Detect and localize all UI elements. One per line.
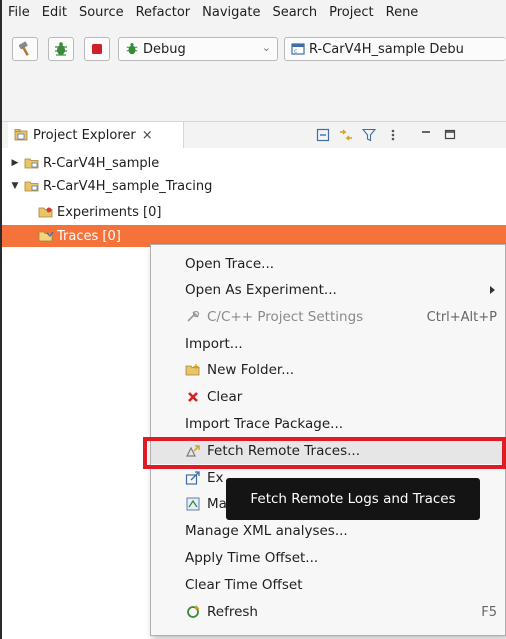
tree-item-label: Experiments [0] (57, 204, 162, 220)
context-menu: Open Trace... Open As Experiment... C/C+… (150, 244, 506, 636)
menu-bar: File Edit Source Refactor Navigate Searc… (2, 0, 506, 26)
menu-item-fetch-remote-traces[interactable]: Fetch Remote Traces... (151, 438, 506, 464)
maximize-icon[interactable] (444, 128, 456, 142)
chevron-down-icon[interactable]: ▼ (10, 181, 20, 191)
chevron-right-icon[interactable]: ▶ (10, 158, 20, 168)
tree-item-experiments[interactable]: Experiments [0] (2, 201, 506, 223)
bug-icon (55, 42, 67, 56)
close-icon[interactable]: × (142, 128, 153, 143)
menu-edit[interactable]: Edit (36, 0, 73, 26)
tree-item-label: R-CarV4H_sample_Tracing (43, 178, 213, 194)
menu-item-clear[interactable]: Clear (151, 384, 506, 410)
menu-item-cpp-project-settings: C/C++ Project Settings Ctrl+Alt+P (151, 304, 506, 330)
filter-icon[interactable] (362, 128, 376, 142)
collapse-all-icon[interactable] (316, 128, 330, 142)
tooltip-text: Fetch Remote Logs and Traces (250, 491, 456, 507)
menu-project[interactable]: Project (323, 0, 379, 26)
menu-item-refresh[interactable]: Refresh F5 (151, 599, 506, 625)
tree-item-label: R-CarV4H_sample (43, 155, 160, 171)
menu-item-apply-time-offset[interactable]: Apply Time Offset... (151, 545, 506, 571)
menu-item-open-trace[interactable]: Open Trace... (151, 251, 506, 277)
settings-icon (187, 310, 200, 322)
tree-item-project[interactable]: ▶ R-CarV4H_sample (2, 152, 506, 174)
traces-folder-icon (38, 231, 54, 242)
main-toolbar: Debug ⌄ c R-CarV4H_sample Debu (2, 26, 506, 122)
project-explorer-header: Project Explorer × (2, 122, 506, 148)
debug-button[interactable] (48, 37, 74, 61)
launch-mode-value: Debug (143, 41, 186, 57)
build-button[interactable] (12, 37, 38, 61)
fetch-remote-icon (186, 445, 200, 457)
tree-item-project[interactable]: ▼ R-CarV4H_sample_Tracing (2, 175, 506, 197)
tooltip: Fetch Remote Logs and Traces (226, 478, 480, 520)
tree-item-label: Traces [0] (57, 228, 121, 244)
launch-mode-select[interactable]: Debug ⌄ (118, 37, 278, 61)
export-icon (185, 471, 200, 485)
menu-item-import[interactable]: Import... (151, 331, 506, 357)
project-folder-icon (24, 158, 39, 169)
experiments-folder-icon (38, 207, 53, 218)
svg-text:c: c (294, 48, 297, 55)
menu-source[interactable]: Source (73, 0, 130, 26)
stop-icon (92, 44, 102, 54)
project-explorer-icon (14, 129, 28, 141)
menu-item-manage-xml-analyses[interactable]: Manage XML analyses... (151, 518, 506, 544)
link-editor-icon[interactable] (338, 128, 354, 142)
submenu-arrow-icon (490, 286, 495, 294)
menu-item-new-folder[interactable]: New Folder... (151, 357, 506, 383)
launch-config-select[interactable]: c R-CarV4H_sample Debu (284, 37, 506, 61)
view-menu-icon[interactable] (390, 128, 396, 142)
stop-button[interactable] (84, 37, 110, 61)
chevron-down-icon: ⌄ (261, 41, 271, 54)
menu-item-clear-time-offset[interactable]: Clear Time Offset (151, 572, 506, 598)
menu-search[interactable]: Search (266, 0, 323, 26)
launch-config-value: R-CarV4H_sample Debu (309, 41, 464, 57)
tab-project-explorer[interactable]: Project Explorer × (8, 122, 184, 148)
hammer-icon (18, 41, 29, 56)
bug-icon (126, 43, 138, 55)
clear-icon (188, 392, 198, 402)
menu-file[interactable]: File (2, 0, 36, 26)
launch-config-icon: c (291, 43, 305, 55)
manage-icon (186, 497, 200, 511)
menu-item-import-trace-package[interactable]: Import Trace Package... (151, 411, 506, 437)
menu-navigate[interactable]: Navigate (196, 0, 266, 26)
menu-refactor[interactable]: Refactor (130, 0, 197, 26)
project-folder-icon (24, 181, 39, 192)
new-folder-icon (185, 364, 200, 376)
menu-item-open-as-experiment[interactable]: Open As Experiment... (151, 277, 506, 303)
minimize-icon[interactable] (420, 128, 432, 142)
tab-label: Project Explorer (33, 127, 136, 143)
refresh-icon (187, 605, 200, 618)
menu-renesas[interactable]: Rene (380, 0, 425, 26)
